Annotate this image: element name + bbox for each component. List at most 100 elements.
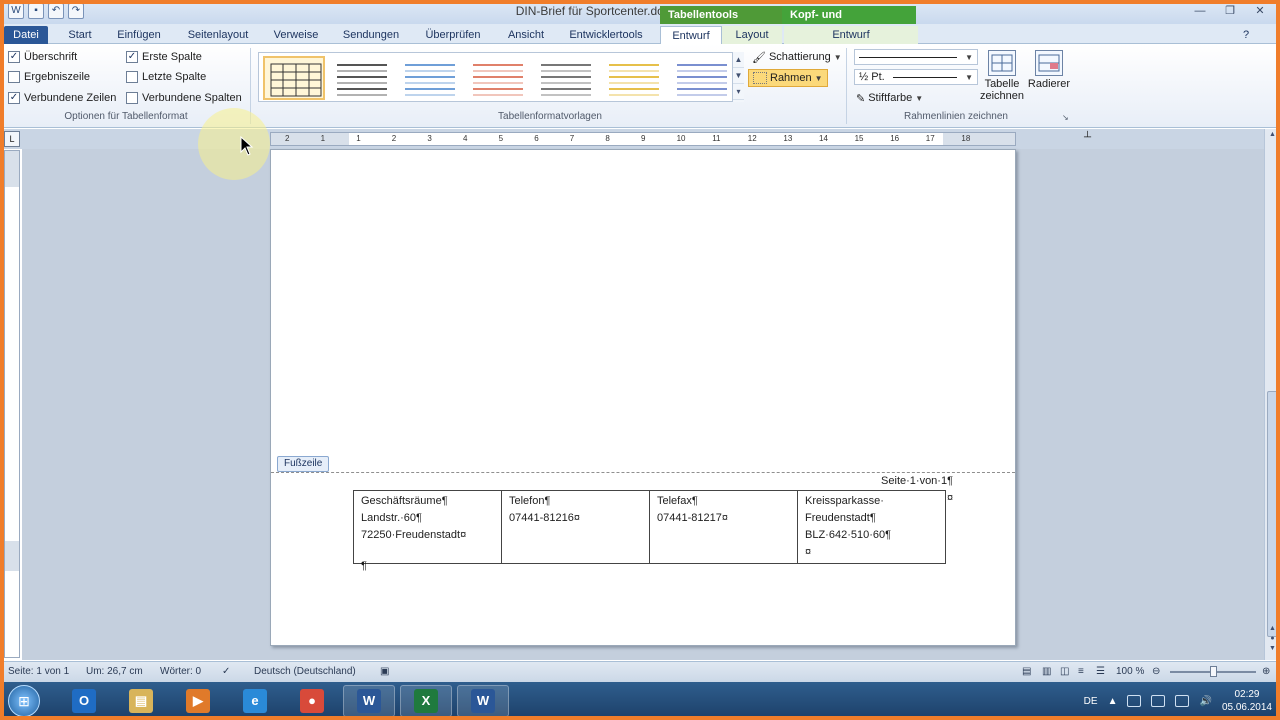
draw-table-button[interactable]: Tabelle zeichnen <box>978 50 1026 102</box>
checkbox-checked-icon[interactable]: ✓ <box>8 92 20 104</box>
zoom-level[interactable]: 100 % <box>1116 666 1144 677</box>
option-ergebniszeile[interactable]: Ergebniszeile <box>8 71 90 83</box>
dialog-launcher-icon[interactable]: ↘ <box>1062 113 1069 122</box>
taskbar-app-word-2[interactable]: W <box>457 685 509 717</box>
taskbar-app-internet-explorer[interactable]: e <box>229 685 281 717</box>
taskbar-app-word[interactable]: W <box>343 685 395 717</box>
tab-sendungen[interactable]: Sendungen <box>336 26 406 44</box>
flag-icon[interactable] <box>1175 695 1189 707</box>
tray-expand-icon[interactable]: ▲ <box>1108 696 1118 707</box>
horizontal-ruler[interactable]: 21123456789101112131415161718 <box>270 132 1016 146</box>
table-style-thumb-yellow[interactable] <box>603 56 665 100</box>
scroll-thumb[interactable] <box>1267 391 1278 637</box>
view-web-icon[interactable]: ◫ <box>1060 666 1069 677</box>
line-weight-dropdown[interactable]: ½ Pt. ▼ <box>854 69 978 85</box>
tab-ansicht[interactable]: Ansicht <box>500 26 552 44</box>
tab-layout-table[interactable]: Layout <box>722 26 782 44</box>
table-style-thumb-plain[interactable] <box>331 56 393 100</box>
option-erste-spalte[interactable]: ✓Erste Spalte <box>126 51 202 63</box>
eraser-button[interactable]: Radierer <box>1026 50 1072 90</box>
previous-page-icon[interactable]: ▲ <box>1267 625 1278 635</box>
footer-label[interactable]: Fußzeile <box>277 456 329 472</box>
chevron-down-icon[interactable]: ▼ <box>915 94 923 103</box>
media-player-icon: ▶ <box>186 689 210 713</box>
zoom-out-icon[interactable]: ⊖ <box>1152 666 1160 677</box>
option-verbundene-spalten[interactable]: Verbundene Spalten <box>126 92 242 104</box>
vertical-ruler[interactable] <box>4 150 20 658</box>
checkbox-checked-icon[interactable]: ✓ <box>8 51 20 63</box>
view-draft-icon[interactable]: ☰ <box>1096 666 1105 677</box>
option-verbundene-zeilen[interactable]: ✓Verbundene Zeilen <box>8 92 116 104</box>
checkbox-unchecked-icon[interactable] <box>8 71 20 83</box>
gallery-up-icon[interactable]: ▲ <box>733 52 744 68</box>
taskbar-app-media-player[interactable]: ▶ <box>172 685 224 717</box>
proofing-icon[interactable]: ✓ <box>222 666 230 677</box>
tab-entwicklertools[interactable]: Entwicklertools <box>560 26 652 44</box>
gallery-more-icon[interactable]: ▾ <box>733 84 744 100</box>
vertical-scrollbar[interactable]: ▲ ▲ ● ▼ <box>1264 129 1280 660</box>
close-icon[interactable]: ✕ <box>1246 2 1274 20</box>
option-ueberschrift[interactable]: ✓Überschrift <box>8 51 77 63</box>
zoom-in-icon[interactable]: ⊕ <box>1262 666 1270 677</box>
tab-start[interactable]: Start <box>56 26 104 44</box>
tab-verweise[interactable]: Verweise <box>266 26 326 44</box>
next-page-icon[interactable]: ▼ <box>1267 645 1278 655</box>
table-style-thumb-purple[interactable] <box>671 56 733 100</box>
help-icon[interactable]: ? <box>1238 26 1254 44</box>
table-cell-bank[interactable]: Kreissparkasse· Freudenstadt¶ BLZ·642·51… <box>798 491 946 564</box>
table-style-thumb-grid[interactable] <box>263 56 325 100</box>
tab-einfuegen[interactable]: Einfügen <box>110 26 168 44</box>
footer-table[interactable]: Geschäftsräume¶ Landstr.·60¶ 72250·Freud… <box>353 490 946 564</box>
network-icon[interactable] <box>1127 695 1141 707</box>
table-cell-fax[interactable]: Telefax¶ 07441-81217¤ <box>650 491 798 564</box>
monitor-icon[interactable] <box>1151 695 1165 707</box>
zoom-slider-knob[interactable] <box>1210 666 1217 677</box>
document-page[interactable]: Fußzeile Seite·1·von·1¶ Geschäftsräume¶ … <box>270 149 1016 646</box>
shading-button[interactable]: 🖌 Schattierung ▼ <box>748 48 846 66</box>
view-outline-icon[interactable]: ≡ <box>1078 666 1084 677</box>
status-words[interactable]: Wörter: 0 <box>160 666 201 677</box>
start-button-icon[interactable]: ⊞ <box>8 685 40 717</box>
scroll-up-icon[interactable]: ▲ <box>1267 131 1278 141</box>
maximize-icon[interactable]: ❐ <box>1216 2 1244 20</box>
tab-selector-icon[interactable]: L <box>4 131 20 147</box>
borders-button[interactable]: Rahmen ▼ <box>748 69 828 87</box>
checkbox-unchecked-icon[interactable] <box>126 71 138 83</box>
tab-datei[interactable]: Datei <box>4 26 48 44</box>
tab-entwurf-header-footer[interactable]: Entwurf <box>784 26 918 44</box>
chevron-down-icon[interactable]: ▼ <box>834 53 842 62</box>
taskbar-app-excel[interactable]: X <box>400 685 452 717</box>
table-cell-address[interactable]: Geschäftsräume¶ Landstr.·60¶ 72250·Freud… <box>354 491 502 564</box>
tab-ueberpruefen[interactable]: Überprüfen <box>416 26 490 44</box>
table-style-thumb-blue[interactable] <box>399 56 461 100</box>
status-page[interactable]: Seite: 1 von 1 <box>8 666 69 677</box>
checkbox-unchecked-icon[interactable] <box>126 92 138 104</box>
input-language[interactable]: DE <box>1084 696 1098 707</box>
view-print-layout-icon[interactable]: ▤ <box>1022 666 1031 677</box>
taskbar-app-chrome[interactable]: ● <box>286 685 338 717</box>
checkbox-checked-icon[interactable]: ✓ <box>126 51 138 63</box>
view-full-screen-icon[interactable]: ▥ <box>1042 666 1051 677</box>
status-position[interactable]: Um: 26,7 cm <box>86 666 143 677</box>
pen-color-button[interactable]: ✎ Stiftfarbe ▼ <box>852 89 927 107</box>
option-letzte-spalte[interactable]: Letzte Spalte <box>126 71 206 83</box>
table-style-stripe <box>405 64 455 66</box>
table-style-thumb-red[interactable] <box>467 56 529 100</box>
volume-icon[interactable]: 🔊 <box>1199 696 1211 707</box>
context-group-header-footer-tools: Kopf- und Fußzeilentools <box>782 6 916 24</box>
chevron-down-icon[interactable]: ▼ <box>815 74 823 83</box>
table-style-thumb-grey[interactable] <box>535 56 597 100</box>
clock[interactable]: 02:29 05.06.2014 <box>1222 688 1272 714</box>
line-style-dropdown[interactable]: ▼ <box>854 49 978 65</box>
page-number-field[interactable]: Seite·1·von·1¶ <box>881 475 953 487</box>
taskbar-app-outlook[interactable]: O <box>58 685 110 717</box>
gallery-down-icon[interactable]: ▼ <box>733 68 744 84</box>
macro-record-icon[interactable]: ▣ <box>380 666 389 677</box>
taskbar-app-explorer[interactable]: ▤ <box>115 685 167 717</box>
table-cell-phone[interactable]: Telefon¶ 07441-81216¤ <box>502 491 650 564</box>
tab-entwurf-table[interactable]: Entwurf <box>660 26 722 44</box>
tab-seitenlayout[interactable]: Seitenlayout <box>178 26 258 44</box>
browse-object-icon[interactable]: ● <box>1267 635 1278 645</box>
status-language[interactable]: Deutsch (Deutschland) <box>254 666 356 677</box>
minimize-icon[interactable]: — <box>1186 2 1214 20</box>
